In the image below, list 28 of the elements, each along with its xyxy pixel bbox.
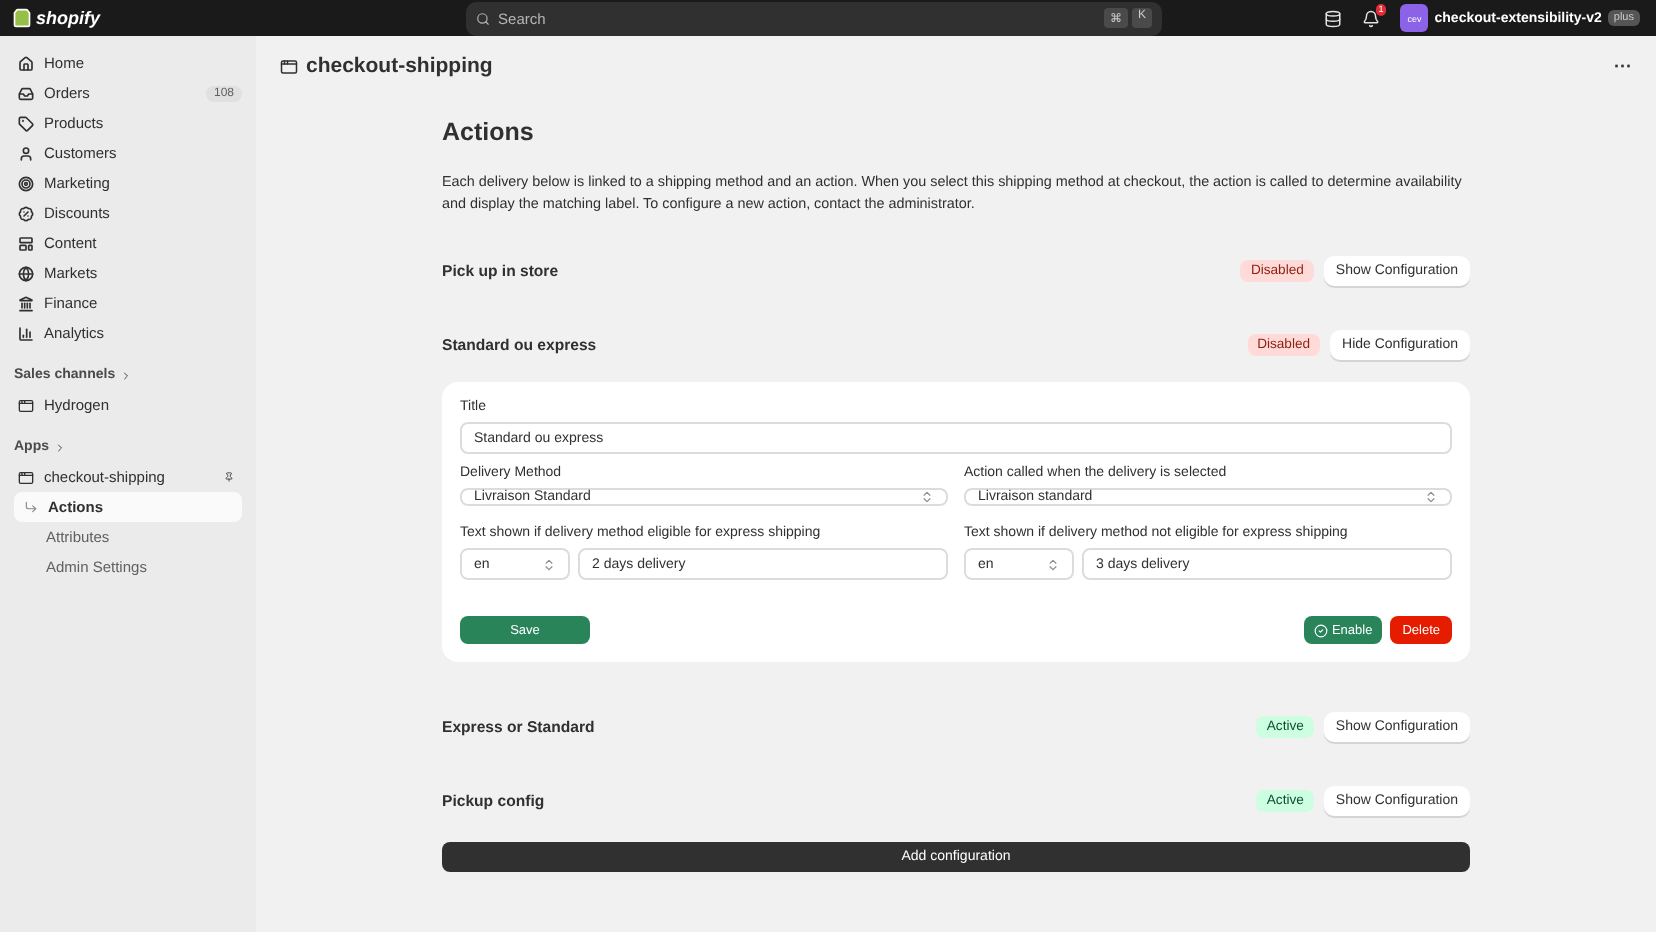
chevron-icon (119, 369, 132, 381)
chevron-icon (920, 490, 934, 504)
shopify-logo[interactable]: shopify (12, 8, 101, 28)
check-circle-icon (1313, 623, 1328, 637)
nav-icon (18, 295, 34, 311)
nav-icon (18, 265, 34, 281)
search-icon (476, 11, 491, 25)
nav-icon (18, 175, 34, 191)
more-menu[interactable]: ··· (1614, 56, 1632, 76)
chevron-icon (542, 557, 556, 571)
nav-icon (18, 205, 34, 221)
page-header-title: checkout-shipping (306, 54, 493, 78)
nav-icon (18, 235, 34, 251)
app-icon (280, 57, 298, 75)
nav-icon (18, 115, 34, 131)
nav-icon (18, 55, 34, 71)
nav-icon (18, 325, 34, 341)
app-icon (18, 397, 34, 413)
nav-icon (18, 85, 34, 101)
chevron-icon (1424, 490, 1438, 504)
chevron-icon (53, 441, 65, 453)
chevron-icon (1046, 557, 1060, 571)
app-icon (18, 469, 34, 485)
database-icon[interactable] (1324, 9, 1343, 27)
nav-icon (18, 145, 34, 161)
pin-icon[interactable] (224, 472, 234, 482)
page-title: Actions (442, 118, 536, 146)
branch-arrow-icon (24, 500, 38, 514)
